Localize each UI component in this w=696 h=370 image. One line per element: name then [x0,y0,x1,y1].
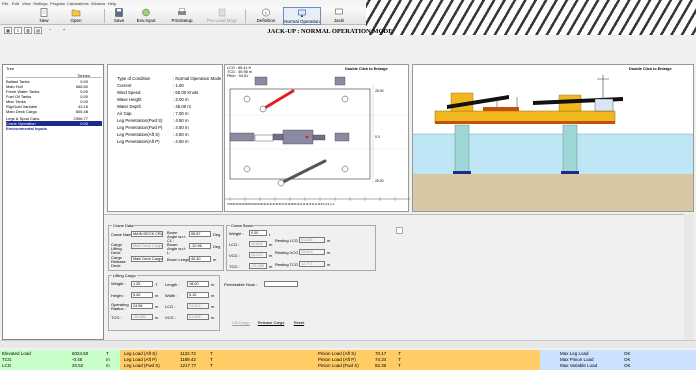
toolbar-separator [245,9,246,23]
print-setup-button[interactable]: PrintSetup [165,7,199,25]
plan-view-diagram[interactable]: LCG : 85.41 ft TCG : 35.98 m Pitch : 94.… [224,64,410,212]
reset-button[interactable]: Reset [290,319,308,327]
boom-tcg-field: -23.288 [249,263,267,269]
view-grid-icon[interactable]: ▦ [4,27,12,34]
info-row: Current: 1.00 [117,83,184,88]
open-button[interactable]: Open [64,7,88,25]
tree-header: Tree [6,66,15,71]
boom-vcg-field: 26.913 [249,252,267,258]
preload-icon [218,8,226,17]
status-summary-bar: Elevated Load 6024.50 T TCG -0.45 m LCG 20.52… [0,350,696,370]
view-table-icon[interactable]: ▥ [24,27,32,34]
view-toolbar: ▦ ≡ ▥ ▤ − + [0,26,110,35]
option-checkbox[interactable] [396,227,403,234]
boom-lcg-field: 40.604 [249,241,267,247]
normal-operation-button[interactable]: Normal Operation [283,7,321,25]
tree-item[interactable]: Main Deck Cargo 605.48 [6,109,102,114]
resting-lcg-field: 91.336 [299,237,325,243]
info-row: Wave Height: 2.00 m [117,97,189,102]
status-col-checks: Max Leg Load OK Max Pinion Load OK Max Var… [540,350,696,370]
vertical-scrollbar[interactable] [684,214,694,340]
pre-load-manager-button[interactable]: Pre-Load Mngr [203,7,241,25]
operation-info-panel: Type of Condition: Normal Operation Mode… [107,64,223,212]
tree-item[interactable]: Environmental Inputs [6,126,102,131]
tree-column-header: Tonnes [6,73,102,78]
boom-weight-input[interactable]: 0.00 [249,230,267,236]
info-row: Type of Condition: Normal Operation Mode [117,76,222,81]
new-button[interactable]: New [32,7,56,25]
boom-angle-lcl-input[interactable]: -32.96 [189,243,211,249]
status-col-leg-load: Leg Load (Aft S) 1122.72 T Leg Load (Aft P… [120,350,290,370]
jacking-icon [335,8,343,15]
side-view-diagram[interactable]: Double Click to Enlarge [412,64,694,212]
save-button[interactable]: Save [108,7,130,25]
menu-settings[interactable]: Settings [33,1,47,6]
view-detail-icon[interactable]: ▤ [34,27,42,34]
crane-boom-group: Crane Boom Weight : 0.00 t LCG : 40.604 … [226,223,376,271]
env-input-button[interactable]: Env.Input [132,7,160,25]
folder-icon [71,9,81,17]
info-row: Leg Penetration(Fwd S): 4.50 m [117,118,189,123]
cargo-tcg-field: -38.880 [131,314,153,320]
floppy-icon [115,8,123,17]
release-cargo-button[interactable]: Release Cargo [256,319,286,327]
cargo-release-deck-select[interactable]: Main Deck Cargo [131,256,163,262]
info-row: Air Gap: 7.00 m [117,111,189,116]
minus-icon[interactable]: − [46,27,54,34]
definition-button[interactable]: i Definition [251,7,281,25]
boom-length-input[interactable]: 40.40 [189,256,211,262]
menu-window[interactable]: Window [91,1,105,6]
info-row: Water Depth: 45.00 m [117,104,191,109]
info-row: Leg Penetration(Fwd P): 4.50 m [117,125,189,130]
menu-calculations[interactable]: Calculations [67,1,89,6]
view-list-icon[interactable]: ≡ [14,27,22,34]
resting-vcg-field: 26.563 [299,249,325,255]
crane-name-select[interactable]: MAIN DECK CRA [131,231,163,237]
cargo-length-input[interactable]: 18.00 [187,281,209,287]
jacking-button[interactable]: Jacki [326,7,352,25]
environment-icon [142,8,150,17]
toolbar-separator [104,9,105,23]
plus-icon[interactable]: + [60,27,68,34]
menu-view[interactable]: View [22,1,31,6]
menu-edit[interactable]: Edit [12,1,19,6]
horizontal-scrollbar[interactable] [0,340,696,348]
lifting-cargo-group: Lifting Cargo Weight : 1.25 T Height : 5… [108,273,220,331]
new-file-icon [40,8,48,17]
crane-data-group: Crane Data Crane Name: MAIN DECK CRA Car… [108,223,224,271]
operating-radius-input[interactable]: 24.56 [131,303,153,309]
page-title: JACK-UP : NORMAL OPERATION MODE [267,28,393,35]
plan-scale: 70 68 66 64 62 60 58 56 54 52 50 48 46 4… [227,203,335,206]
info-icon: i [262,8,270,16]
printer-icon [178,8,186,15]
cargo-height-input[interactable]: 5.40 [131,292,153,298]
cargo-lcg-field: 23.524 [187,303,209,309]
cargo-vcg-field: 81.806 [187,314,209,320]
cargo-width-input[interactable]: 5.10 [187,292,209,298]
permissible-hook-input[interactable] [264,281,298,287]
cargo-lifting-deck-select[interactable]: Main Deck Cargo [131,243,163,249]
resting-tcg-field: 12.774 [299,261,325,267]
tree-panel: Tree Tonnes Ballast Tanks 0.00 Main Hull 5… [2,64,104,340]
jackup-drawing [413,75,693,211]
info-row: Wind Speed: 60.00 Knots [117,90,199,95]
boom-angle-cl-input[interactable]: 55.87 [189,231,211,237]
menu-file[interactable]: File [2,1,8,6]
lift-cargo-button[interactable]: Lift Cargo [230,319,252,327]
cargo-weight-input[interactable]: 1.25 [131,281,153,287]
crane-operation-panel: Crane Data Crane Name: MAIN DECK CRA Car… [104,214,694,340]
status-col-pinion-load: Pinion Load (Aft S) 70.17 T Pinion Load (A… [290,350,540,370]
menu-program[interactable]: Program [50,1,65,6]
status-col-elevated: Elevated Load 6024.50 T TCG -0.45 m LCG 20.52… [0,350,120,370]
menu-help[interactable]: Help [108,1,116,6]
info-row: Leg Penetration(Aft P): 4.50 m [117,139,189,144]
monitor-icon [298,9,306,17]
info-row: Leg Penetration(Aft S): 4.50 m [117,132,189,137]
plan-drawing [225,76,410,201]
